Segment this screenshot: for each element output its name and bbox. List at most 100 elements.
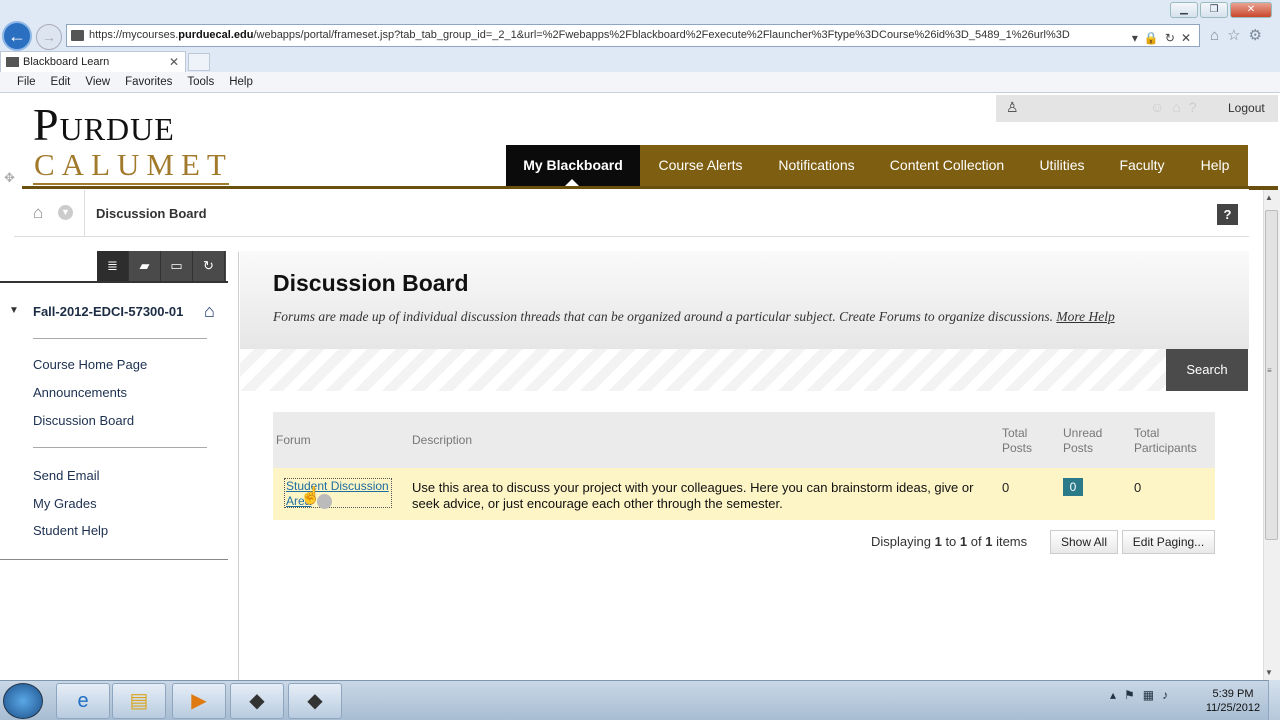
menu-view[interactable]: View (85, 72, 110, 92)
search-button[interactable]: Search (1166, 349, 1248, 391)
home-icon[interactable]: ⌂ (33, 203, 43, 223)
nav-content-collection[interactable]: Content Collection (872, 145, 1022, 189)
help-button[interactable]: ? (1217, 204, 1238, 225)
col-unread-posts[interactable]: Unread Posts (1063, 426, 1102, 456)
page-description-text: Forums are made up of individual discuss… (273, 309, 1053, 324)
explorer-taskbar-icon[interactable]: ▤ (112, 683, 166, 719)
minimize-button[interactable]: ▁ (1170, 2, 1198, 18)
sidebar-item-send-email[interactable]: Send Email (33, 468, 99, 483)
nav-notifications[interactable]: Notifications (761, 145, 872, 189)
paging-pre: Displaying (871, 534, 935, 549)
tray-arrow-icon[interactable]: ▴ (1110, 688, 1124, 702)
scroll-up-icon[interactable]: ▲ (1265, 193, 1273, 202)
collapse-triangle-icon[interactable]: ▼ (9, 305, 19, 316)
paging-of-label: of (967, 534, 986, 549)
list-view-icon[interactable]: ≣ (97, 251, 129, 281)
nav-help[interactable]: Help (1182, 145, 1248, 189)
move-handle-icon[interactable]: ✥ (4, 170, 15, 186)
sidebar-item-my-grades[interactable]: My Grades (33, 496, 97, 511)
forum-description: Use this area to discuss your project wi… (412, 480, 974, 511)
course-home-icon[interactable]: ⌂ (204, 301, 215, 322)
menu-tools[interactable]: Tools (187, 72, 214, 92)
scroll-down-icon[interactable]: ▼ (1265, 668, 1273, 677)
col-total-participants[interactable]: Total Participants (1134, 426, 1197, 456)
paging-post: items (992, 534, 1028, 549)
arrow-left-icon: ← (8, 25, 26, 46)
edit-paging-button[interactable]: Edit Paging... (1122, 530, 1215, 554)
breadcrumb-current: Discussion Board (96, 206, 207, 221)
more-help-link[interactable]: More Help (1056, 309, 1114, 324)
url-prefix: https://mycourses. (89, 29, 179, 41)
ie-taskbar-icon[interactable]: e (56, 683, 110, 719)
menu-help[interactable]: Help (229, 72, 253, 92)
unread-posts-badge[interactable]: 0 (1063, 478, 1083, 496)
flag-icon[interactable]: ⚑ (1124, 688, 1143, 702)
system-tray: ▴⚑▦♪ (1110, 688, 1176, 702)
forward-button[interactable]: → (36, 24, 62, 50)
sidebar-divider (33, 338, 207, 339)
volume-icon[interactable]: ♪ (1162, 688, 1176, 702)
app-taskbar-icon[interactable]: ◆ (230, 683, 284, 719)
network-icon[interactable]: ▦ (1143, 688, 1162, 702)
nav-utilities[interactable]: Utilities (1022, 145, 1102, 189)
menu-file[interactable]: File (17, 72, 36, 92)
gear-icon[interactable]: ⚙ (1249, 27, 1270, 44)
scrollbar-thumb[interactable] (1265, 210, 1278, 540)
chevron-down-icon[interactable]: ▼ (58, 205, 73, 220)
new-tab-button[interactable] (188, 53, 210, 71)
paging-from: 1 (934, 534, 942, 549)
col-total-posts[interactable]: Total Posts (1002, 426, 1032, 456)
sidebar-rule (0, 281, 228, 283)
sidebar-item-student-help[interactable]: Student Help (33, 523, 108, 538)
star-icon[interactable]: ☆ (1227, 27, 1248, 44)
scroll-grip-icon: ≡ (1267, 366, 1272, 375)
logout-link[interactable]: Logout (1228, 101, 1265, 115)
menu-favorites[interactable]: Favorites (125, 72, 172, 92)
refresh-icon[interactable]: ↻ (193, 251, 225, 281)
sidebar-item-discussion-board[interactable]: Discussion Board (33, 413, 134, 428)
close-window-button[interactable]: ✕ (1230, 2, 1272, 18)
clock[interactable]: 5:39 PM 11/25/2012 (1200, 687, 1266, 715)
sidebar-toolbar: ≣ ▰ ▭ ↻ (97, 251, 226, 281)
sidebar-divider (33, 447, 207, 448)
start-button[interactable] (3, 683, 43, 719)
tab-title: Blackboard Learn (23, 56, 110, 68)
url-domain: purduecal.edu (178, 29, 254, 41)
address-actions: ▾🔒↻✕ (1127, 28, 1197, 46)
main-nav: My Blackboard Course Alerts Notification… (506, 145, 1248, 189)
folder-view-icon[interactable]: ▰ (129, 251, 161, 281)
media-player-taskbar-icon[interactable]: ▶ (172, 683, 226, 719)
col-participants-line1: Total (1134, 426, 1160, 440)
stop-icon[interactable]: ✕ (1181, 31, 1197, 45)
nav-faculty[interactable]: Faculty (1102, 145, 1182, 189)
utility-bar: ♙ ☺⌂? Logout (996, 95, 1278, 122)
back-button[interactable]: ← (2, 21, 32, 51)
window-view-icon[interactable]: ▭ (161, 251, 193, 281)
nav-my-blackboard[interactable]: My Blackboard (506, 145, 640, 189)
logo-calumet[interactable]: CALUMET (34, 148, 233, 182)
browser-tab[interactable]: Blackboard Learn ✕ (0, 51, 186, 72)
show-all-button[interactable]: Show All (1050, 530, 1118, 554)
sidebar-item-course-home[interactable]: Course Home Page (33, 357, 147, 372)
sidebar-item-announcements[interactable]: Announcements (33, 385, 127, 400)
refresh-icon[interactable]: ↻ (1165, 31, 1181, 45)
action-bar (240, 349, 1166, 391)
home-icon[interactable]: ⌂ (1210, 27, 1227, 44)
hand-cursor-icon: ☝ (300, 486, 322, 505)
course-title[interactable]: Fall-2012-EDCI-57300-01 (33, 304, 183, 319)
participants-value: 0 (1134, 480, 1142, 495)
paging-status: Displaying 1 to 1 of 1 items (871, 534, 1027, 549)
col-forum[interactable]: Forum (276, 433, 311, 448)
logo-purdue[interactable]: Purdue (33, 100, 175, 150)
col-description[interactable]: Description (412, 433, 472, 448)
tab-close-icon[interactable]: ✕ (169, 52, 179, 72)
user-icon[interactable]: ♙ (1006, 99, 1019, 116)
address-bar[interactable]: https://mycourses.purduecal.edu/webapps/… (66, 24, 1200, 47)
maximize-button[interactable]: ❐ (1200, 2, 1228, 18)
show-desktop-button[interactable] (1268, 680, 1280, 720)
recorder-taskbar-icon[interactable]: ◆ (288, 683, 342, 719)
dropdown-icon[interactable]: ▾ (1132, 31, 1144, 45)
nav-course-alerts[interactable]: Course Alerts (640, 145, 761, 189)
menu-edit[interactable]: Edit (51, 72, 71, 92)
lock-icon[interactable]: 🔒 (1144, 31, 1165, 45)
